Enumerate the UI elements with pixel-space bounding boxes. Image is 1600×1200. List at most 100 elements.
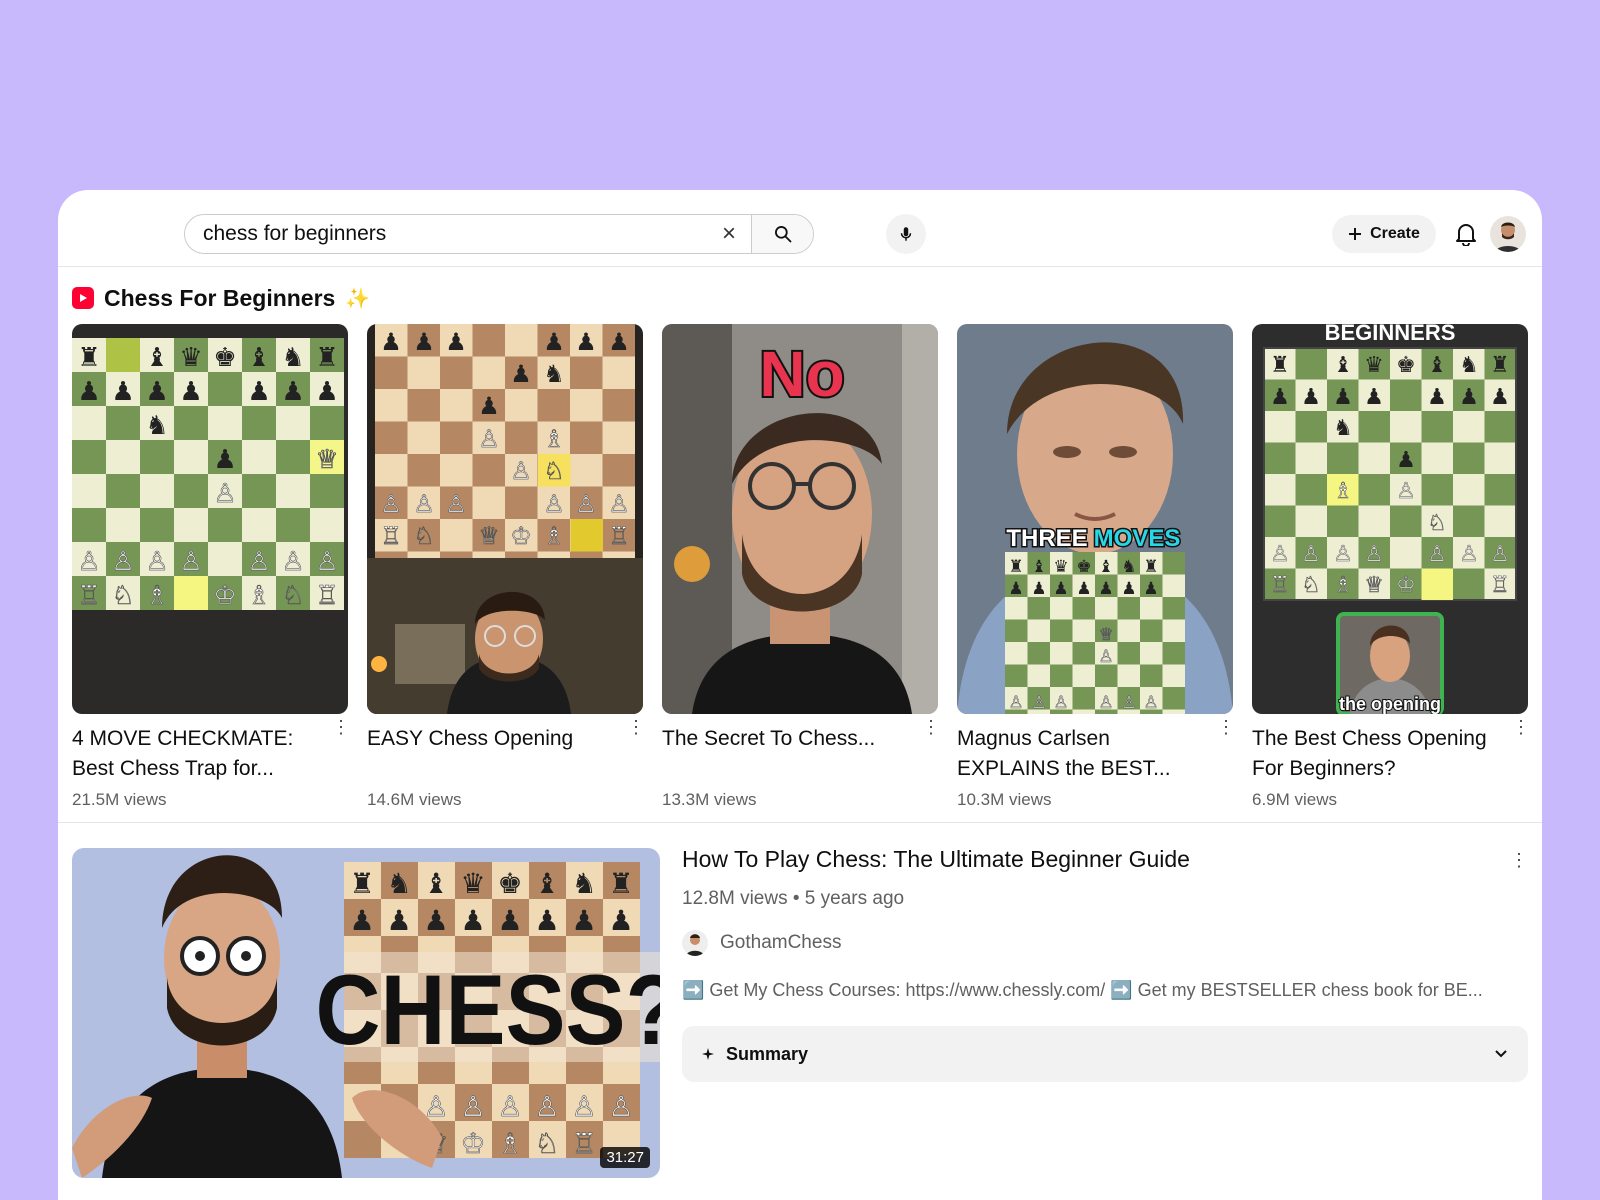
- svg-text:♜: ♜: [1270, 353, 1290, 378]
- board-square: [602, 356, 635, 389]
- board-square: [1358, 442, 1390, 474]
- short-card[interactable]: ♜ ♝ ♛ ♚ ♝ ♞ ♜ ♟ ♟ ♟ ♟ ♟ ♟ ♟ ♕ ♙ ♙ ♙ ♙ ♙ ♙ ♙ THREE MOVES Ma…: [957, 324, 1235, 809]
- more-options-icon[interactable]: ⋮: [332, 718, 350, 740]
- more-options-icon[interactable]: ⋮: [922, 718, 940, 740]
- svg-text:♙: ♙: [315, 547, 338, 577]
- svg-text:♝: ♝: [1098, 557, 1113, 577]
- board-square: [1453, 474, 1485, 506]
- board-square: [375, 389, 408, 422]
- svg-text:♙: ♙: [77, 547, 100, 577]
- board-square: [1484, 474, 1516, 506]
- svg-text:♗: ♗: [497, 1127, 522, 1160]
- short-views: 21.5M views: [72, 790, 167, 809]
- svg-text:♘: ♘: [543, 457, 565, 485]
- browser-window: × Create Chess For Beginners ✨: [58, 190, 1542, 1200]
- board-square: [1453, 442, 1485, 474]
- video-meta: 12.8M views • 5 years ago: [682, 888, 905, 909]
- short-thumbnail[interactable]: No: [662, 324, 938, 714]
- short-thumbnail[interactable]: ♜ ♝ ♛ ♚ ♝ ♞ ♜ ♟ ♟ ♟ ♟ ♟ ♟ ♟ ♞ ♟ ♗ ♙ ♘ ♙ ♙ ♙ ♙ ♙ ♙ ♙ ♖ ♘ ♗ ♕ ♔ ♖: [1252, 324, 1528, 714]
- svg-text:♟: ♟: [1098, 579, 1113, 599]
- short-thumbnail[interactable]: ♜ ♝ ♛ ♚ ♝ ♞ ♜ ♟ ♟ ♟ ♟ ♟ ♟ ♟ ♞ ♟ ♕ ♙ ♙ ♙ ♙ ♙ ♙ ♙ ♙ ♖ ♘ ♗ ♔ ♗ ♘ ♖: [72, 324, 348, 714]
- channel-name[interactable]: GothamChess: [720, 932, 841, 954]
- short-card[interactable]: ♟ ♟ ♟ ♟ ♟ ♟ ♟ ♞ ♟ ♗ ♙ ♙ ♘ ♙ ♙ ♙ ♙ ♙ ♙ ♖ ♘ ♕ ♔ ♗ ♖: [367, 324, 645, 809]
- svg-text:♝: ♝: [423, 867, 448, 900]
- board-square: [1050, 642, 1073, 665]
- short-title[interactable]: The Best Chess Opening For Beginners?: [1252, 724, 1502, 784]
- board-square: [602, 389, 635, 422]
- svg-text:♗: ♗: [247, 581, 270, 611]
- short-title[interactable]: The Secret To Chess...: [662, 724, 912, 754]
- board-square: [1295, 505, 1327, 537]
- top-bar: × Create: [58, 190, 1542, 267]
- board-square: [1295, 474, 1327, 506]
- board-square: [106, 440, 140, 474]
- more-options-icon[interactable]: ⋮: [1512, 718, 1530, 740]
- svg-text:♘: ♘: [1301, 573, 1321, 598]
- svg-text:♟: ♟: [315, 377, 338, 407]
- board-square: [106, 474, 140, 508]
- svg-text:♟: ♟: [413, 328, 435, 356]
- svg-text:♖: ♖: [380, 522, 402, 550]
- short-card[interactable]: No The Secret To Chess... 13.3M views ⋮: [662, 324, 940, 809]
- board-square: [1162, 619, 1185, 642]
- video-description: ➡️ Get My Chess Courses: https://www.che…: [682, 980, 1483, 1000]
- svg-text:♟: ♟: [1427, 385, 1447, 410]
- svg-text:♟: ♟: [1121, 579, 1136, 599]
- board-square: [1162, 574, 1185, 597]
- notifications-button[interactable]: [1450, 218, 1482, 250]
- board-square: [570, 421, 603, 454]
- short-thumbnail[interactable]: ♜ ♝ ♛ ♚ ♝ ♞ ♜ ♟ ♟ ♟ ♟ ♟ ♟ ♟ ♕ ♙ ♙ ♙ ♙ ♙ ♙ ♙ THREE MOVES: [957, 324, 1233, 714]
- channel-link[interactable]: GothamChess: [682, 930, 841, 956]
- short-thumbnail[interactable]: ♟ ♟ ♟ ♟ ♟ ♟ ♟ ♞ ♟ ♗ ♙ ♙ ♘ ♙ ♙ ♙ ♙ ♙ ♙ ♖ ♘ ♕ ♔ ♗ ♖: [367, 324, 643, 714]
- svg-text:♘: ♘: [281, 581, 304, 611]
- board-square: [276, 508, 310, 542]
- board-square: [106, 508, 140, 542]
- svg-text:♞: ♞: [1121, 557, 1136, 577]
- board-square: [1358, 411, 1390, 443]
- more-options-icon[interactable]: ⋮: [627, 718, 645, 740]
- board-square: [1264, 474, 1296, 506]
- svg-text:♟: ♟: [571, 904, 596, 937]
- account-avatar[interactable]: [1490, 216, 1526, 252]
- svg-text:♚: ♚: [1396, 353, 1416, 378]
- sparkle-icon: ✨: [345, 287, 371, 310]
- svg-text:♟: ♟: [608, 328, 630, 356]
- svg-text:♟: ♟: [543, 328, 565, 356]
- more-options-icon[interactable]: ⋮: [1217, 718, 1235, 740]
- board-square: [1005, 664, 1028, 687]
- board-square: [1421, 442, 1453, 474]
- search-input[interactable]: [185, 215, 707, 253]
- svg-text:♟: ♟: [575, 328, 597, 356]
- short-title[interactable]: EASY Chess Opening: [367, 724, 617, 754]
- svg-text:♙: ♙: [543, 490, 565, 518]
- svg-text:♙: ♙: [247, 547, 270, 577]
- short-title[interactable]: 4 MOVE CHECKMATE: Best Chess Trap for...: [72, 724, 322, 784]
- search-button[interactable]: [751, 215, 813, 253]
- summary-expander[interactable]: Summary: [682, 1026, 1528, 1082]
- voice-search-button[interactable]: [886, 214, 926, 254]
- short-card[interactable]: ♜ ♝ ♛ ♚ ♝ ♞ ♜ ♟ ♟ ♟ ♟ ♟ ♟ ♟ ♞ ♟ ♗ ♙ ♘ ♙ ♙ ♙ ♙ ♙ ♙ ♙ ♖ ♘ ♗ ♕ ♔ ♖: [1252, 324, 1530, 809]
- board-square: [1027, 642, 1050, 665]
- board-square: [570, 454, 603, 487]
- create-button[interactable]: Create: [1332, 215, 1436, 253]
- svg-text:♟: ♟: [510, 360, 532, 388]
- svg-text:♕: ♕: [315, 445, 338, 475]
- board-square: [1358, 474, 1390, 506]
- board-square: [570, 356, 603, 389]
- thumbnail-overlay-text: CHESS?: [315, 955, 660, 1066]
- svg-text:♛: ♛: [460, 867, 485, 900]
- short-card[interactable]: ♜ ♝ ♛ ♚ ♝ ♞ ♜ ♟ ♟ ♟ ♟ ♟ ♟ ♟ ♞ ♟ ♕ ♙ ♙ ♙ ♙ ♙ ♙ ♙ ♙ ♖ ♘ ♗ ♔ ♗ ♘ ♖ 4 …: [72, 324, 350, 809]
- board-square: [1162, 709, 1185, 714]
- video-thumbnail[interactable]: ♜♞♝♛♚♝♞♜ ♟♟♟♟♟♟♟♟ ♙♙♙♙♙♙ ♕♔♗♘♖ CHESS?: [72, 848, 660, 1178]
- short-title[interactable]: Magnus Carlsen EXPLAINS the BEST...: [957, 724, 1207, 784]
- svg-text:♝: ♝: [1031, 557, 1046, 577]
- clear-search-button[interactable]: ×: [707, 215, 751, 253]
- chevron-down-icon: [1495, 1050, 1507, 1058]
- video-duration: 31:27: [600, 1147, 650, 1168]
- channel-avatar[interactable]: [682, 930, 708, 956]
- svg-text:♙: ♙: [1270, 542, 1290, 567]
- video-title[interactable]: How To Play Chess: The Ultimate Beginner…: [682, 846, 1190, 873]
- svg-text:♙: ♙: [1031, 693, 1046, 713]
- more-options-icon[interactable]: ⋮: [1510, 850, 1528, 871]
- svg-text:♜: ♜: [1143, 557, 1158, 577]
